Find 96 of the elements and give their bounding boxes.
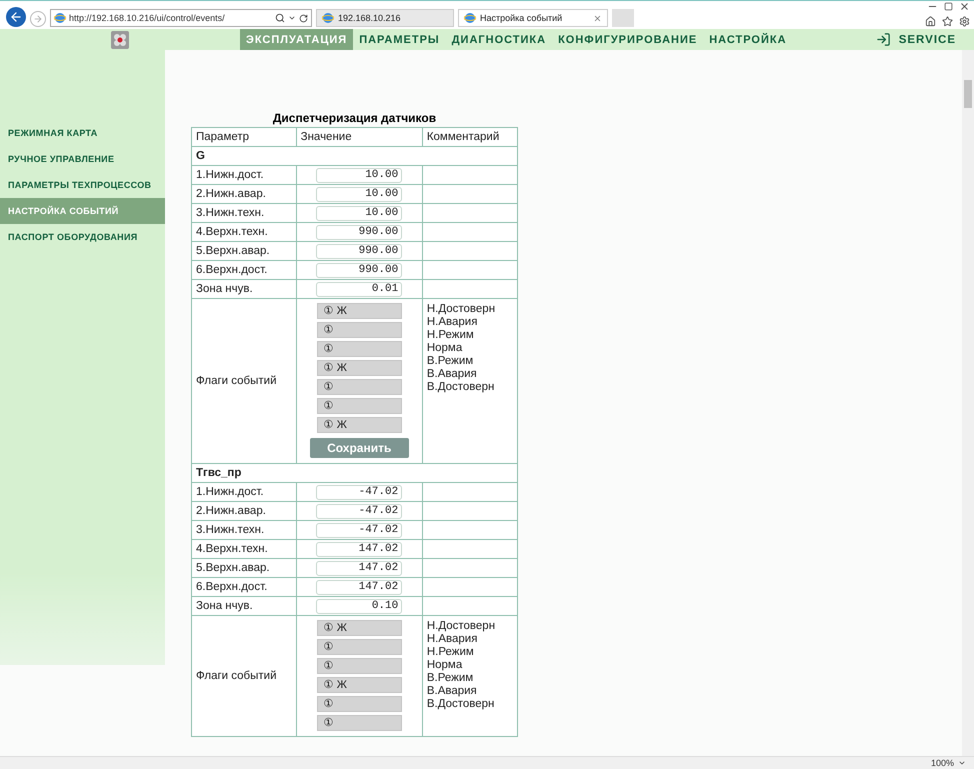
login-icon (876, 32, 891, 47)
value-field[interactable]: 0.01 (316, 282, 402, 296)
comment-text: В.Режим (426, 355, 474, 368)
comment-text: Н.Достоверн (426, 620, 496, 633)
sidebar-item[interactable]: ПАСПОРТ ОБОРУДОВАНИЯ (0, 224, 165, 250)
comment-text: Н.Режим (426, 646, 475, 659)
table-cell: 3.Нижн.техн. (192, 520, 296, 540)
comment-text: Н.Авария (426, 633, 478, 646)
close-icon[interactable] (959, 1, 970, 12)
column-header: Значение (296, 128, 422, 146)
table-cell: 4.Верхн.техн. (192, 540, 296, 558)
comment-text: В.Авария (426, 368, 478, 381)
comment-text: Норма (426, 342, 464, 355)
flag-field[interactable]: ① (316, 322, 402, 338)
dropdown-icon[interactable] (288, 14, 296, 22)
sidebar-item[interactable]: РУЧНОЕ УПРАВЛЕНИЕ (0, 146, 165, 172)
browser-icon (54, 12, 66, 24)
table-cell: 1.Нижн.дост. (192, 482, 296, 502)
group-header: Тгвс_пр (192, 464, 518, 482)
refresh-icon[interactable] (299, 14, 308, 22)
back-button[interactable] (6, 7, 26, 27)
group-header: G (192, 146, 518, 166)
table-cell: 3.Нижн.техн. (192, 204, 296, 222)
zoom-level[interactable]: 100% (930, 758, 954, 768)
value-field[interactable]: 990.00 (316, 244, 402, 258)
column-header: Параметр (192, 128, 296, 146)
table-cell: 6.Верхн.дост. (192, 578, 296, 596)
comment-text: В.Достоверн (426, 698, 496, 711)
nav-tab[interactable]: КОНФИГУРИРОВАНИЕ (552, 29, 704, 50)
flag-field[interactable]: ① (316, 341, 402, 357)
column-header: Комментарий (422, 128, 518, 146)
flag-field[interactable]: ① Ж (316, 677, 402, 693)
table-cell: Зона нчув. (192, 596, 296, 616)
browser-tab[interactable]: Настройка событий (458, 9, 608, 27)
comment-text: Н.Авария (426, 316, 478, 329)
home-icon[interactable] (925, 16, 936, 27)
address-bar[interactable]: http://192.168.10.216/ui/control/events/ (50, 9, 312, 27)
sidebar-item[interactable]: РЕЖИМНАЯ КАРТА (0, 120, 165, 146)
search-icon[interactable] (275, 13, 285, 23)
value-field[interactable]: 147.02 (316, 560, 402, 576)
browser-icon (322, 12, 334, 24)
value-field[interactable]: 0.10 (316, 598, 402, 614)
comment-text: Норма (426, 659, 464, 672)
star-icon[interactable] (942, 16, 953, 27)
table-cell: Зона нчув. (192, 280, 296, 298)
table-cell: 2.Нижн.авар. (192, 502, 296, 520)
table-cell: 6.Верхн.дост. (192, 260, 296, 280)
value-field[interactable]: 990.00 (316, 262, 402, 278)
table-title: Диспетчеризация датчиков (272, 111, 438, 125)
service-link[interactable]: SERVICE (876, 29, 956, 50)
value-field[interactable]: 10.00 (316, 186, 402, 202)
scroll-thumb[interactable] (964, 80, 972, 108)
table-cell: 1.Нижн.дост. (192, 166, 296, 184)
table-cell: 5.Верхн.авар. (192, 242, 296, 260)
dropdown-icon[interactable] (958, 759, 966, 767)
flag-field[interactable]: ① Ж (316, 620, 402, 636)
flag-field[interactable]: ① Ж (316, 303, 402, 319)
table-cell: Флаги событий (192, 298, 296, 464)
comment-text: В.Достоверн (426, 381, 496, 394)
browser-icon (464, 12, 476, 24)
maximize-icon[interactable] (944, 2, 953, 11)
nav-tab[interactable]: ДИАГНОСТИКА (446, 29, 552, 50)
close-icon[interactable] (593, 14, 602, 22)
table-cell: 5.Верхн.авар. (192, 558, 296, 578)
flag-field[interactable]: ① Ж (316, 417, 402, 433)
nav-tab[interactable]: НАСТРОЙКА (703, 29, 793, 50)
value-field[interactable]: 10.00 (316, 206, 402, 220)
value-field[interactable]: -47.02 (316, 504, 402, 518)
value-field[interactable]: 10.00 (316, 168, 402, 182)
flag-field[interactable]: ① (316, 398, 402, 414)
forward-arrow-icon (33, 14, 43, 24)
flag-field[interactable]: ① (316, 658, 402, 674)
flag-field[interactable]: ① (316, 696, 402, 712)
flag-field[interactable]: ① (316, 715, 402, 731)
comment-text: Н.Достоверн (426, 303, 496, 316)
comment-text: В.Режим (426, 672, 474, 685)
nav-tab[interactable]: ПАРАМЕТРЫ (353, 29, 446, 50)
back-arrow-icon (9, 10, 23, 24)
settings-icon[interactable] (959, 16, 970, 27)
scrollbar[interactable] (962, 50, 974, 756)
value-field[interactable]: -47.02 (316, 522, 402, 538)
flag-field[interactable]: ① (316, 639, 402, 655)
table-cell: 4.Верхн.техн. (192, 222, 296, 242)
value-field[interactable]: 990.00 (316, 224, 402, 240)
comment-text: В.Авария (426, 685, 478, 698)
logo-icon (111, 30, 129, 48)
comment-text: Н.Режим (426, 329, 475, 342)
table-cell: 2.Нижн.авар. (192, 184, 296, 204)
sidebar-item[interactable]: ПАРАМЕТРЫ ТЕХПРОЦЕССОВ (0, 172, 165, 198)
browser-tab[interactable]: 192.168.10.216 (316, 9, 454, 27)
table-cell: Флаги событий (192, 616, 296, 736)
value-field[interactable]: -47.02 (316, 484, 402, 500)
flag-field[interactable]: ① Ж (316, 360, 402, 376)
value-field[interactable]: 147.02 (316, 580, 402, 594)
flag-field[interactable]: ① (316, 379, 402, 395)
value-field[interactable]: 147.02 (316, 542, 402, 556)
